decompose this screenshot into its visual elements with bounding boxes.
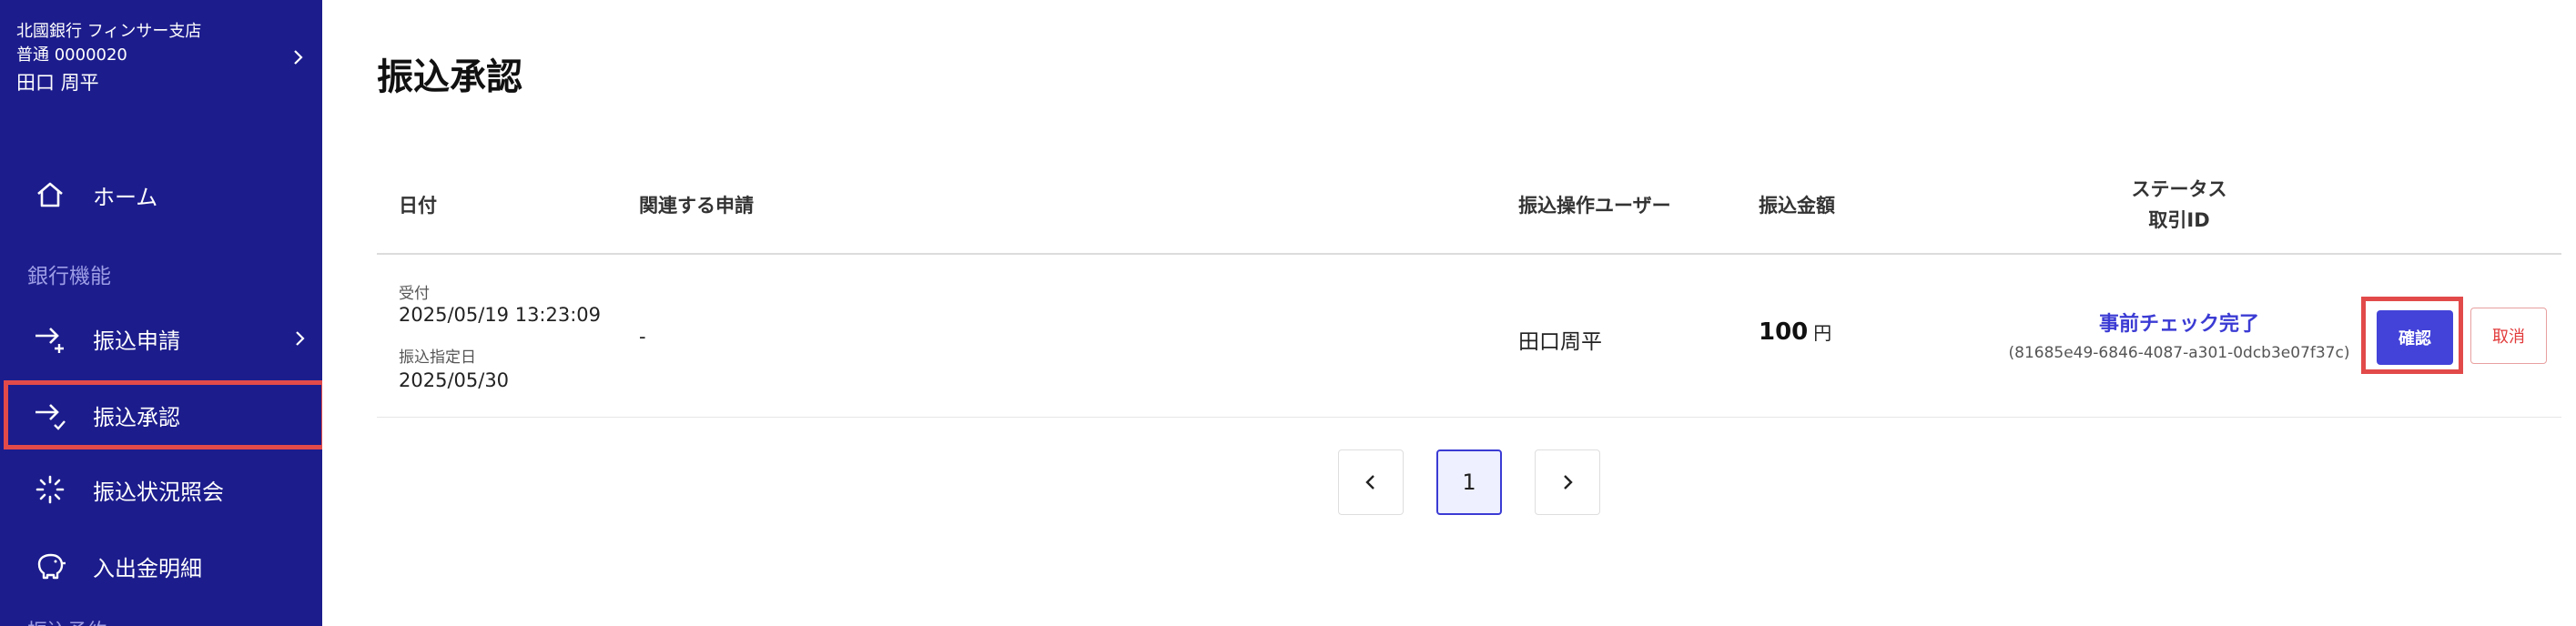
related-request: -: [639, 326, 646, 348]
column-header-date: 日付: [399, 195, 437, 217]
received-datetime: 2025/05/19 13:23:09: [399, 304, 602, 326]
scheduled-date: 2025/05/30: [399, 369, 510, 391]
column-header-txid: 取引ID: [2148, 209, 2210, 231]
table-header-divider: [377, 253, 2561, 255]
pagination-page-button[interactable]: 1: [1436, 449, 1502, 515]
account-switcher[interactable]: 北國銀行 フィンサー支店 普通 0000020 田口 周平: [16, 20, 308, 98]
loading-icon: [27, 467, 73, 512]
confirm-highlight: 確認: [2361, 297, 2463, 374]
account-holder: 田口 周平: [16, 72, 99, 94]
transaction-id: (81685e49-6846-4087-a301-0dcb3e07f37c): [2008, 344, 2350, 362]
transfer-request-icon: [27, 316, 73, 361]
pagination-next-button[interactable]: [1535, 449, 1600, 515]
table-row-divider: [377, 417, 2561, 418]
piggy-bank-icon: [27, 543, 73, 589]
sidebar-item-home[interactable]: ホーム: [7, 162, 322, 227]
sidebar-item-label: 振込承認: [93, 404, 180, 430]
sidebar-item-label: 振込状況照会: [93, 479, 224, 505]
received-label: 受付: [399, 285, 430, 303]
currency-unit: 円: [1813, 322, 1832, 344]
confirm-button[interactable]: 確認: [2377, 310, 2453, 365]
sidebar-section-label: 銀行機能: [27, 265, 111, 288]
sidebar-item-label: 振込申請: [93, 328, 180, 354]
cancel-button[interactable]: 取消: [2470, 308, 2547, 364]
column-header-user: 振込操作ユーザー: [1518, 195, 1671, 217]
transfer-approve-icon: [27, 392, 73, 438]
column-header-status: ステータス: [2131, 178, 2227, 200]
sidebar-section-label: 振込予約: [27, 615, 107, 626]
chevron-right-icon: [1564, 475, 1573, 490]
pagination-prev-button[interactable]: [1338, 449, 1404, 515]
sidebar-item-transfer-request[interactable]: 振込申請: [7, 306, 322, 371]
sidebar-item-label: 入出金明細: [93, 555, 202, 581]
sidebar-item-transfer-status[interactable]: 振込状況照会: [7, 457, 322, 522]
bank-branch: 北國銀行 フィンサー支店: [16, 22, 202, 41]
page-title: 振込承認: [377, 56, 522, 98]
sidebar-item-label: ホーム: [93, 184, 158, 210]
chevron-right-icon: [294, 50, 303, 65]
main-content: 振込承認 日付 関連する申請 振込操作ユーザー 振込金額 ステータス 取引ID …: [322, 0, 2576, 626]
chevron-right-icon: [296, 331, 305, 346]
column-header-amount: 振込金額: [1759, 195, 1835, 217]
column-header-related: 関連する申請: [639, 195, 754, 217]
sidebar-item-statement[interactable]: 入出金明細: [7, 533, 322, 599]
amount-cell: 100 円: [1759, 318, 1831, 346]
home-icon: [27, 172, 73, 217]
sidebar: 北國銀行 フィンサー支店 普通 0000020 田口 周平 ホーム 銀行機能 振…: [0, 0, 322, 626]
sidebar-item-transfer-approve[interactable]: 振込承認: [4, 380, 322, 449]
scheduled-label: 振込指定日: [399, 348, 476, 367]
operator-user: 田口周平: [1518, 330, 1602, 354]
chevron-left-icon: [1365, 475, 1374, 490]
account-number: 普通 0000020: [16, 45, 127, 65]
amount-value: 100: [1759, 318, 1809, 346]
status-badge: 事前チェック完了: [2098, 313, 2259, 336]
